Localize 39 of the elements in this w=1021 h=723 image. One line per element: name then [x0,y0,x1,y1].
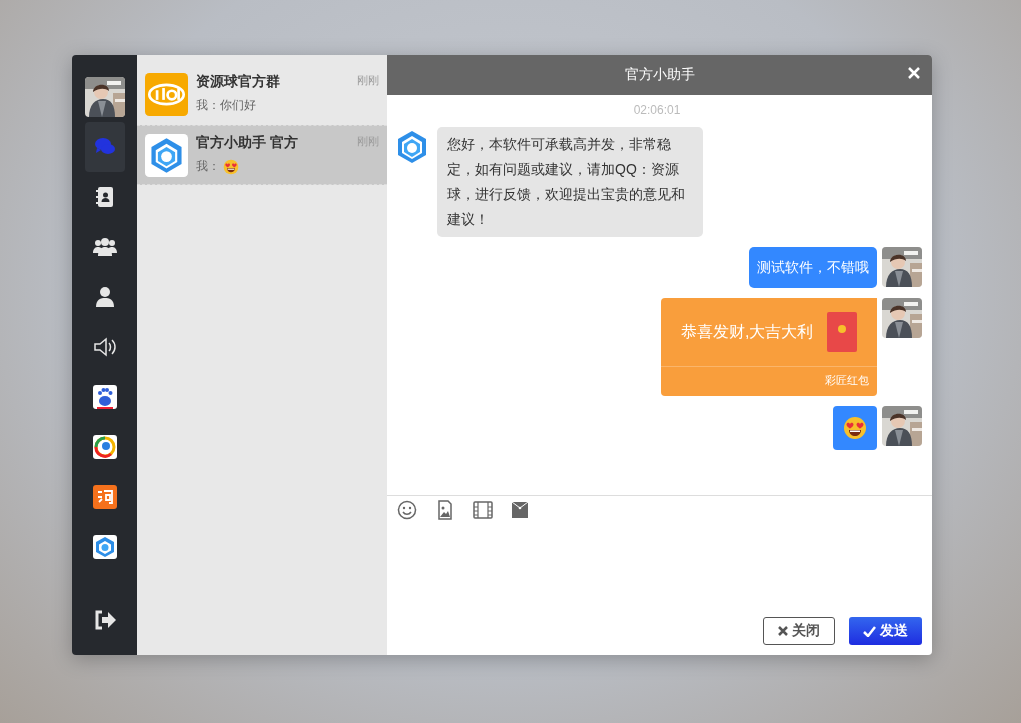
logout-icon [93,610,116,630]
close-chat-button[interactable]: 关闭 [763,617,835,645]
envelope-icon [827,312,857,352]
address-book-icon[interactable] [95,187,113,207]
close-button[interactable] [908,67,920,79]
lucky-money-label: 彩匠红包 [661,366,877,396]
film-icon [473,500,493,520]
shopping-logo-icon[interactable] [92,485,117,509]
x-icon [778,626,788,636]
paw-logo-icon[interactable] [92,385,117,409]
gift-envelope-button[interactable] [511,500,529,520]
heart-eyes-emoji-icon [843,416,867,440]
chat-title: 官方小助手 [624,66,695,84]
video-button[interactable] [473,500,493,520]
conversation-time: 刚刚 [357,73,379,88]
message-bubble: 您好，本软件可承载高并发，非常稳定，如有问题或建议，请加QQ：资源球，进行反馈，欢迎提出宝贵的意见和建议！ [437,127,703,237]
user-icon[interactable] [95,287,114,307]
message-preview: 我：你们好 [196,97,256,114]
image-button[interactable] [435,500,455,520]
hexagon-logo-icon[interactable] [92,535,117,559]
conversation-name: 官方小助手 官方 [196,134,298,152]
ring-logo-icon[interactable] [92,435,117,459]
send-button[interactable]: 发送 [849,617,922,645]
envelope-icon [511,500,529,520]
hexagon-logo-icon [145,134,188,177]
heart-eyes-emoji-icon [223,158,239,175]
group-icon[interactable] [92,238,117,256]
conversation-name: 资源球官方群 [196,73,280,91]
speaker-icon[interactable] [93,337,116,357]
message-bubble: 测试软件，不错哦 [749,247,877,288]
emoji-button[interactable] [397,500,417,520]
lucky-money-greeting: 恭喜发财,大吉大利 [681,321,814,342]
conversation-item[interactable]: 资源球官方群 刚刚 我：你们好 [137,65,387,125]
smiley-icon [397,500,417,520]
message-preview: 我： [196,158,220,175]
check-icon [863,625,876,637]
image-file-icon [435,500,455,520]
message-timestamp: 02:06:01 [633,103,681,117]
close-icon [908,67,920,79]
